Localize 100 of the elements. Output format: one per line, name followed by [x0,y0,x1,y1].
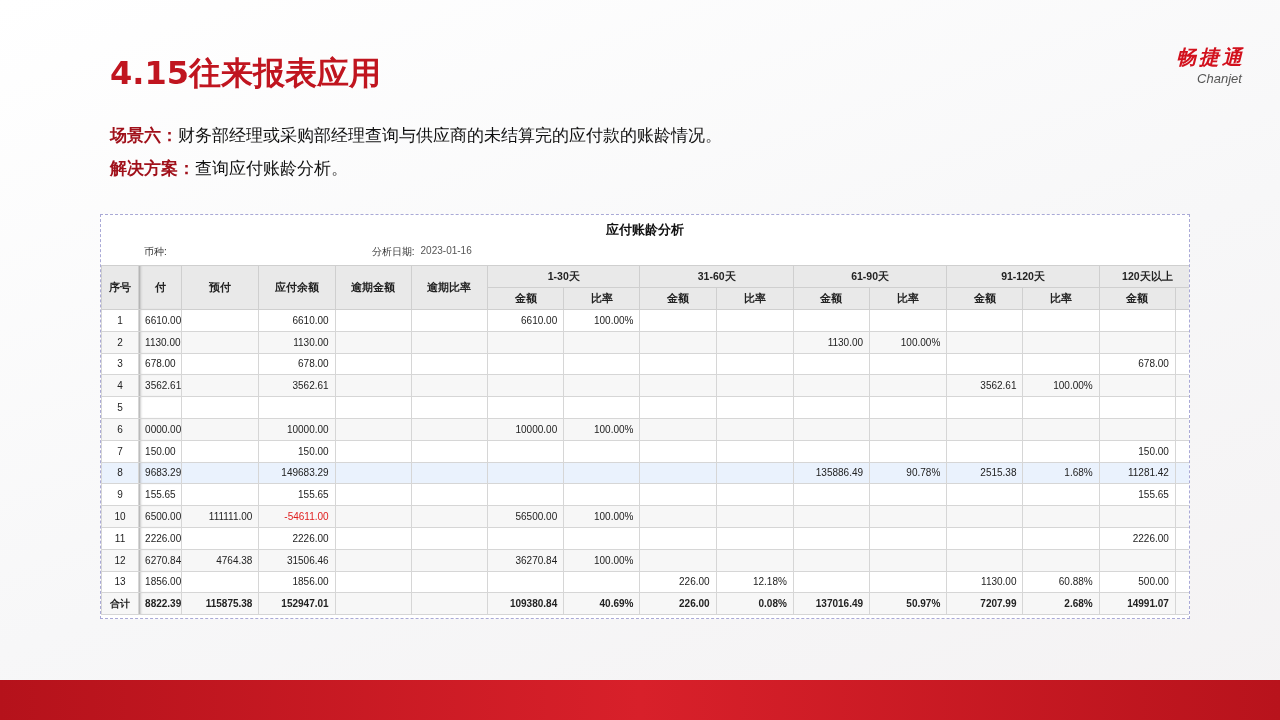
group-header: 61-90天 [793,265,947,288]
column-header: 序号 [101,265,139,310]
table-cell: 10 [101,505,139,528]
table-row[interactable]: 8 9683.29 149683.29 135886.49 90.78% 2515.38 1.68% 11281.42 [101,462,1189,484]
table-cell: 1856.00 [258,571,336,593]
table-cell: 3562.61 [946,374,1023,397]
table-cell: 6610.00 [487,309,564,332]
total-cell: 0.08% [716,592,794,615]
total-cell: 137016.49 [793,592,870,615]
total-cell: 14991.07 [1099,592,1176,615]
table-cell: 155.65 [258,483,336,506]
column-header: 逾期比率 [411,265,488,310]
table-cell: 100.00% [1023,374,1100,397]
solution-text: 查询应付账龄分析。 [195,157,348,180]
total-cell: 2.68% [1023,592,1100,615]
table-cell: 1130.00 [946,571,1023,593]
table-cell: 3562.61 [138,374,182,397]
table-cell: 150.00 [1099,440,1176,463]
table-cell: 100.00% [563,549,640,572]
table-cell: 31506.46 [258,549,336,572]
table-cell: 226.00 [639,571,717,593]
table-cell: 10000.00 [258,418,336,441]
scenario-label: 场景六： [110,124,178,147]
table-cell: 111111.00 [181,505,259,528]
date-value: 2023-01-16 [420,245,472,258]
column-header: 预付 [181,265,259,310]
report-title: 应付账龄分析 [606,222,684,237]
table-row[interactable]: 13 1856.00 1856.00 226.00 12.18% 1130.00 60.88% 500.00 [101,571,1189,593]
table-cell: 7 [101,440,139,463]
table-row[interactable]: 1 6610.00 6610.00 6610.00 100.00% [101,309,1189,332]
table-cell: 1856.00 [138,571,182,593]
table-cell: 2515.38 [946,462,1023,484]
logo-subtitle: Chanjet [1197,71,1242,86]
solution-label: 解决方案： [110,157,195,180]
table-cell: 150.00 [258,440,336,463]
total-cell: 109380.84 [487,592,564,615]
table-cell: 3562.61 [258,374,336,397]
column-header: 应付余额 [258,265,336,310]
table-row[interactable]: 10 6500.00 111111.00 -54611.00 56500.00 100.00% [101,505,1189,528]
table-cell: 3 [101,353,139,375]
total-cell: 7207.99 [946,592,1023,615]
table-row[interactable]: 6 0000.00 10000.00 10000.00 100.00% [101,418,1189,441]
table-cell: 0000.00 [138,418,182,441]
table-cell: 678.00 [138,353,182,375]
table-cell: 155.65 [1099,483,1176,506]
table-cell: 2226.00 [258,527,336,550]
table-row[interactable]: 4 3562.61 3562.61 3562.61 100.00% [101,374,1189,397]
table-cell: 100.00% [563,418,640,441]
table-cell: 36270.84 [487,549,564,572]
table-row[interactable]: 11 2226.00 2226.00 2226.00 [101,527,1189,550]
table-cell: 6270.84 [138,549,182,572]
table-row[interactable]: 5 [101,396,1189,419]
table-cell: 11281.42 [1099,462,1176,484]
table-cell: 13 [101,571,139,593]
table-cell: 6500.00 [138,505,182,528]
table-cell: 150.00 [138,440,182,463]
table-cell: 10000.00 [487,418,564,441]
table-cell: 4 [101,374,139,397]
table-cell: 100.00% [563,309,640,332]
total-cell: 115875.38 [181,592,259,615]
table-cell: 1.68% [1023,462,1100,484]
table-cell: 6610.00 [138,309,182,332]
table-cell: 90.78% [869,462,947,484]
table-cell: 155.65 [138,483,182,506]
table-cell: 100.00% [563,505,640,528]
logo-name: 畅捷通 [1176,45,1245,70]
total-cell: 8822.39 [138,592,182,615]
table-row[interactable]: 12 6270.84 4764.38 31506.46 36270.84 100.00% [101,549,1189,572]
table-cell: 678.00 [1099,353,1176,375]
total-cell: 226.00 [639,592,717,615]
table-cell: 9 [101,483,139,506]
table-cell: 1 [101,309,139,332]
total-label: 合计 [101,592,139,615]
table-cell: 6 [101,418,139,441]
table-row[interactable]: 3 678.00 678.00 678.00 [101,353,1189,375]
table-cell: 56500.00 [487,505,564,528]
table-cell: 1130.00 [138,331,182,354]
table-cell: 2 [101,331,139,354]
table-cell: 11 [101,527,139,550]
table-cell: 1130.00 [258,331,336,354]
total-cell: 40.69% [563,592,640,615]
table-cell: 2226.00 [1099,527,1176,550]
total-cell: 50.97% [869,592,947,615]
table-cell: 8 [101,462,139,484]
column-header: 逾期金额 [335,265,412,310]
table-cell: 5 [101,396,139,419]
table-cell: 149683.29 [258,462,336,484]
table-row[interactable]: 2 1130.00 1130.00 1130.00 100.00% [101,331,1189,354]
table-cell: 500.00 [1099,571,1176,593]
table-row[interactable]: 7 150.00 150.00 150.00 [101,440,1189,463]
table-cell: 4764.38 [181,549,259,572]
group-header: 31-60天 [639,265,794,288]
table-cell: 678.00 [258,353,336,375]
scenario-text: 财务部经理或采购部经理查询与供应商的未结算完的应付款的账龄情况。 [178,124,722,147]
table-cell: 6610.00 [258,309,336,332]
group-header: 91-120天 [946,265,1100,288]
slide-title: 4.15往来报表应用 [110,53,381,94]
table-cell: 135886.49 [793,462,870,484]
table-row[interactable]: 9 155.65 155.65 155.65 [101,483,1189,506]
table-cell: 60.88% [1023,571,1100,593]
